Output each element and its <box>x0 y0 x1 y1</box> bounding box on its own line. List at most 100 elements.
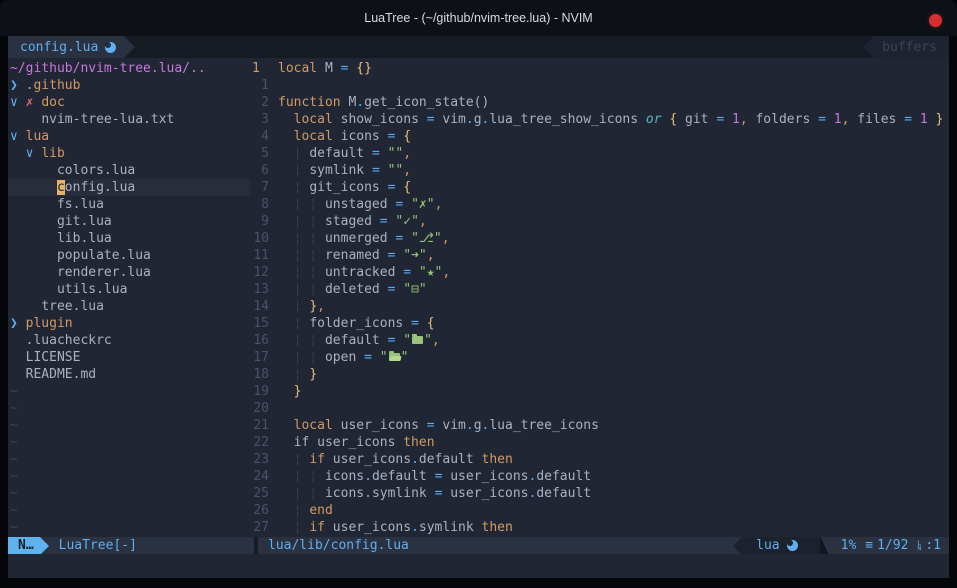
tree-statusline-label: LuaTree[-] <box>59 538 137 553</box>
code-line[interactable]: 26 ¦ end <box>250 502 949 519</box>
code-line[interactable]: 6 ¦ symlink = "", <box>250 162 949 179</box>
line-number: 10 <box>250 230 278 247</box>
tree-row[interactable]: .luacheckrc <box>8 332 250 349</box>
code-line[interactable]: 7 ¦ git_icons = { <box>250 179 949 196</box>
tree-row[interactable]: nvim-tree-lua.txt <box>8 111 250 128</box>
line-number: 5 <box>250 145 278 162</box>
code-line[interactable]: 11 ¦ ¦ renamed = "➜", <box>250 247 949 264</box>
code-line[interactable]: 22 if user_icons then <box>250 434 949 451</box>
chevron-icon: ∨ <box>10 129 18 144</box>
code-line[interactable]: 4 local icons = { <box>250 128 949 145</box>
tree-row[interactable]: ~ <box>8 502 250 519</box>
block-cursor: c <box>57 180 65 195</box>
statusline-chevron-icon <box>733 537 742 554</box>
tree-row[interactable]: populate.lua <box>8 247 250 264</box>
code-line[interactable]: 15 ¦ folder_icons = { <box>250 315 949 332</box>
code-line[interactable]: 3 local show_icons = vim.g.lua_tree_show… <box>250 111 949 128</box>
code-line[interactable]: 20 <box>250 400 949 417</box>
code-line[interactable]: 19 } <box>250 383 949 400</box>
tab-arrow-separator <box>124 36 135 58</box>
line-number: 21 <box>250 417 278 434</box>
line-number: 16 <box>250 332 278 349</box>
tabline: config.lua buffers <box>8 36 949 58</box>
tree-row-selected[interactable]: config.lua <box>8 179 250 196</box>
line-number: 15 <box>250 315 278 332</box>
line-position: 1/92 <box>877 538 908 553</box>
tree-row[interactable]: LICENSE <box>8 349 250 366</box>
code-line[interactable]: 5 ¦ default = "", <box>250 145 949 162</box>
line-number: 7 <box>250 179 278 196</box>
code-line[interactable]: 12 ¦ ¦ untracked = "★", <box>250 264 949 281</box>
code-line[interactable]: 17 ¦ ¦ open = "" <box>250 349 949 366</box>
code-line[interactable]: 27 ¦ if user_icons.symlink then <box>250 519 949 536</box>
line-number: 22 <box>250 434 278 451</box>
tree-row[interactable]: tree.lua <box>8 298 250 315</box>
scroll-percent: 1% <box>841 538 857 553</box>
tree-row[interactable]: ~ <box>8 519 250 536</box>
line-number: 3 <box>250 111 278 128</box>
line-number: 24 <box>250 468 278 485</box>
tree-row[interactable]: ∨ ✗ doc <box>8 94 250 111</box>
tree-row[interactable]: ~ <box>8 485 250 502</box>
line-number: 12 <box>250 264 278 281</box>
tab-label: config.lua <box>20 40 98 55</box>
editor-statusline: lua/lib/config.lua lua 1% ≡ 1/92 LN <box>258 537 949 554</box>
code-line[interactable]: 18 ¦ } <box>250 366 949 383</box>
tree-row[interactable]: git.lua <box>8 213 250 230</box>
buffers-label[interactable]: buffers <box>874 36 949 58</box>
command-line[interactable] <box>8 554 949 578</box>
line-number: 17 <box>250 349 278 366</box>
tree-row[interactable]: README.md <box>8 366 250 383</box>
tree-row[interactable]: colors.lua <box>8 162 250 179</box>
line-number: 20 <box>250 400 278 417</box>
code-line[interactable]: 13 ¦ ¦ deleted = "⊟" <box>250 281 949 298</box>
code-line[interactable]: 25 ¦ ¦ icons.symlink = user_icons.defaul… <box>250 485 949 502</box>
code-line[interactable]: 16 ¦ ¦ default = "", <box>250 332 949 349</box>
code-line[interactable]: 1local M = {} <box>250 60 949 77</box>
tree-row[interactable]: ~ <box>8 417 250 434</box>
tree-row[interactable]: ~ <box>8 434 250 451</box>
code-line[interactable]: 8 ¦ ¦ unstaged = "✗", <box>250 196 949 213</box>
code-line[interactable]: 10 ¦ ¦ unmerged = "⎇", <box>250 230 949 247</box>
column-number: :1 <box>925 538 941 553</box>
line-number: 25 <box>250 485 278 502</box>
statusline-filepath: lua/lib/config.lua <box>258 538 733 553</box>
mode-badge-arrow <box>40 537 49 555</box>
tree-row[interactable]: ∨ lua <box>8 128 250 145</box>
tree-row[interactable]: utils.lua <box>8 281 250 298</box>
window-title: LuaTree - (~/github/nvim-tree.lua) - NVI… <box>364 11 592 25</box>
main-split: ~/github/nvim-tree.lua/..❯ .github∨ ✗ do… <box>8 58 949 537</box>
line-number: 8 <box>250 196 278 213</box>
tree-row[interactable]: ~/github/nvim-tree.lua/.. <box>8 60 250 77</box>
line-number: 27 <box>250 519 278 536</box>
lua-moon-icon <box>787 540 798 551</box>
lua-moon-icon <box>105 42 116 53</box>
tree-row[interactable]: ~ <box>8 383 250 400</box>
code-line[interactable]: 24 ¦ ¦ icons.default = user_icons.defaul… <box>250 468 949 485</box>
tab-config-lua[interactable]: config.lua <box>8 36 124 58</box>
code-line[interactable]: 14 ¦ }, <box>250 298 949 315</box>
tree-row[interactable]: ❯ plugin <box>8 315 250 332</box>
code-line[interactable]: 23 ¦ if user_icons.default then <box>250 451 949 468</box>
statusline-chevron-icon <box>820 537 829 554</box>
tree-row[interactable]: ~ <box>8 468 250 485</box>
line-number: 1 <box>250 77 278 94</box>
tree-row[interactable]: lib.lua <box>8 230 250 247</box>
code-line[interactable]: 9 ¦ ¦ staged = "✓", <box>250 213 949 230</box>
tree-row[interactable]: ~ <box>8 400 250 417</box>
tree-row[interactable]: ∨ lib <box>8 145 250 162</box>
file-tree-pane: ~/github/nvim-tree.lua/..❯ .github∨ ✗ do… <box>8 60 250 537</box>
tree-row[interactable]: ~ <box>8 451 250 468</box>
tree-row[interactable]: fs.lua <box>8 196 250 213</box>
line-number: 4 <box>250 128 278 145</box>
tree-row[interactable]: ❯ .github <box>8 77 250 94</box>
line-number: 18 <box>250 366 278 383</box>
close-icon[interactable] <box>929 14 942 27</box>
code-line[interactable]: 21 local user_icons = vim.g.lua_tree_ico… <box>250 417 949 434</box>
code-line[interactable]: 1 <box>250 77 949 94</box>
line-number: 6 <box>250 162 278 179</box>
tree-row[interactable]: renderer.lua <box>8 264 250 281</box>
code-line[interactable]: 2function M.get_icon_state() <box>250 94 949 111</box>
terminal-area: config.lua buffers ~/github/nvim-tree.lu… <box>8 36 949 578</box>
line-number: 23 <box>250 451 278 468</box>
